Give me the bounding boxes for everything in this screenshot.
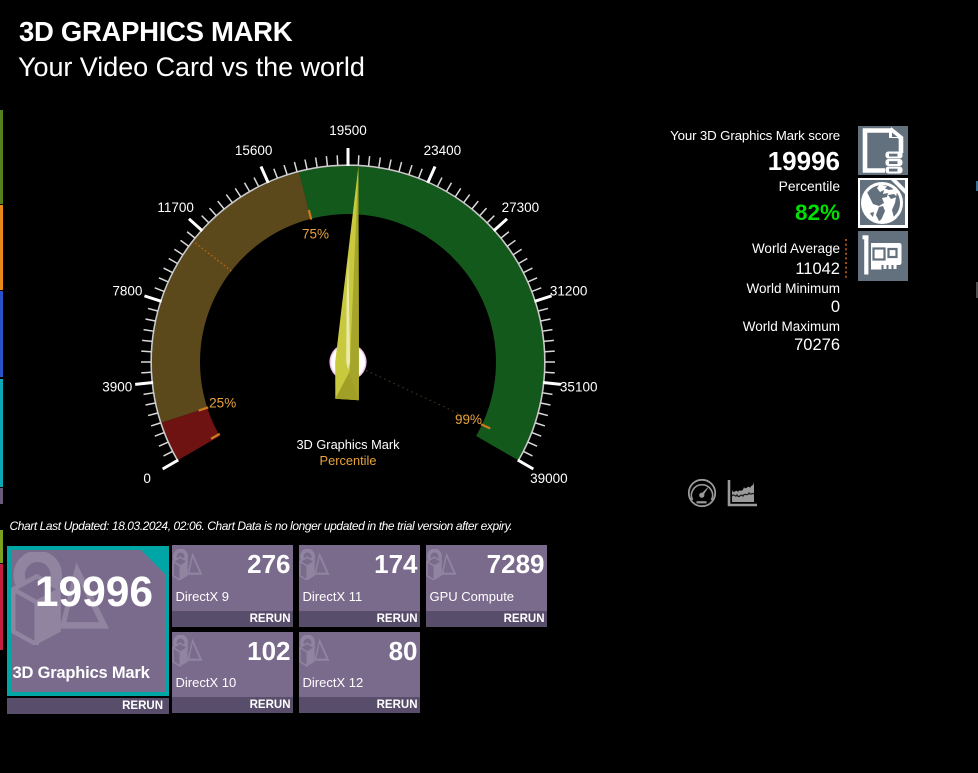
svg-text:75%: 75% (302, 227, 329, 242)
svg-text:19500: 19500 (329, 123, 367, 138)
svg-text:3900: 3900 (102, 379, 132, 394)
svg-text:23400: 23400 (424, 143, 462, 158)
svg-text:31200: 31200 (550, 283, 588, 298)
svg-text:3D Graphics Mark: 3D Graphics Mark (296, 437, 400, 452)
svg-text:27300: 27300 (502, 200, 540, 215)
svg-text:99%: 99% (455, 412, 482, 427)
svg-text:Percentile: Percentile (320, 453, 377, 468)
svg-text:0: 0 (143, 471, 151, 486)
svg-text:7800: 7800 (112, 283, 142, 298)
svg-text:25%: 25% (209, 396, 236, 411)
svg-text:39000: 39000 (530, 471, 568, 486)
svg-text:15600: 15600 (235, 143, 273, 158)
svg-text:35100: 35100 (560, 379, 598, 394)
svg-text:11700: 11700 (157, 200, 194, 215)
